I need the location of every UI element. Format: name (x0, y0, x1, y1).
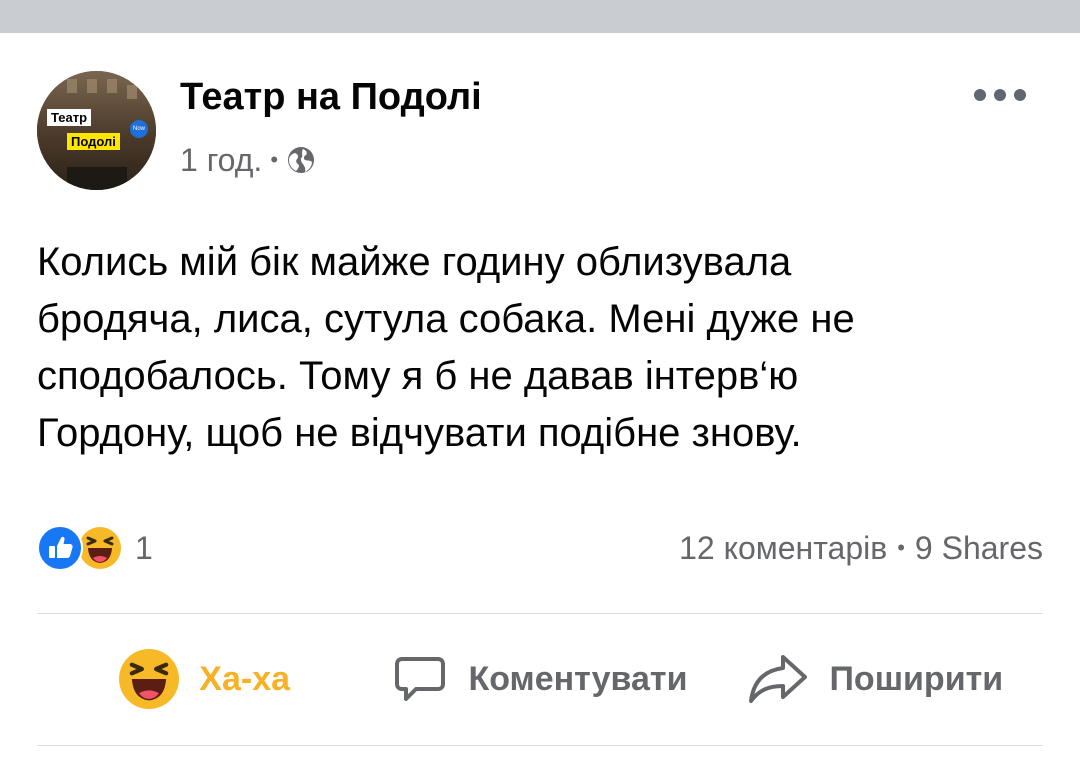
action-bar: Ха-ха Коментувати Поширити (37, 614, 1043, 744)
comments-count-link[interactable]: 12 коментарів (679, 530, 887, 567)
globe-icon (288, 147, 315, 173)
avatar-logo-line1: Театр (47, 109, 92, 126)
share-label: Поширити (829, 659, 1004, 698)
post-text-line: бродяча, лиса, сутула собака. Мені дуже … (37, 297, 855, 341)
share-icon (749, 655, 808, 703)
haha-icon (77, 525, 123, 571)
more-dot (994, 89, 1006, 101)
post-text-line: Колись мій бік майже годину облизувала (37, 240, 792, 284)
avatar-logo-line2: Подолі (67, 133, 120, 150)
avatar-door (67, 167, 127, 190)
avatar-window (67, 79, 77, 93)
divider-bottom (37, 745, 1043, 746)
page-name-link[interactable]: Театр на Подолі (180, 75, 482, 119)
like-icon (37, 525, 83, 571)
haha-label: Ха-ха (199, 659, 291, 698)
more-options-button[interactable] (974, 85, 1026, 105)
shares-count-link[interactable]: 9 Shares (915, 530, 1043, 567)
post-stats: 12 коментарів • 9 Shares (679, 525, 1043, 571)
haha-reaction-button[interactable]: Ха-ха (37, 614, 372, 744)
reaction-count: 1 (135, 529, 153, 566)
page-avatar[interactable]: Театр Подолі Now (37, 71, 156, 190)
haha-icon (119, 649, 180, 709)
post-text-line: сподобалось. Тому я б не давав інтерв‘ю (37, 354, 799, 398)
top-strip (0, 0, 1080, 33)
avatar-window (107, 79, 117, 93)
post-body: Колись мій бік майже годину облизувала б… (37, 234, 1047, 462)
avatar-window (87, 79, 97, 93)
reactions-summary[interactable]: 1 (37, 525, 153, 571)
comment-label: Коментувати (468, 659, 688, 698)
post-text-line: Гордону, щоб не відчувати подібне знову. (37, 411, 802, 455)
post-meta: 1 год. • (180, 140, 316, 180)
more-dot (1014, 89, 1026, 101)
share-button[interactable]: Поширити (708, 614, 1043, 744)
avatar-logo-badge: Now (130, 120, 148, 138)
post-timestamp[interactable]: 1 год. (180, 142, 262, 179)
stats-separator: • (897, 535, 905, 560)
more-dot (974, 89, 986, 101)
comment-icon (395, 657, 446, 701)
avatar-window (127, 85, 137, 99)
meta-separator: • (270, 147, 279, 172)
comment-button[interactable]: Коментувати (372, 614, 707, 744)
